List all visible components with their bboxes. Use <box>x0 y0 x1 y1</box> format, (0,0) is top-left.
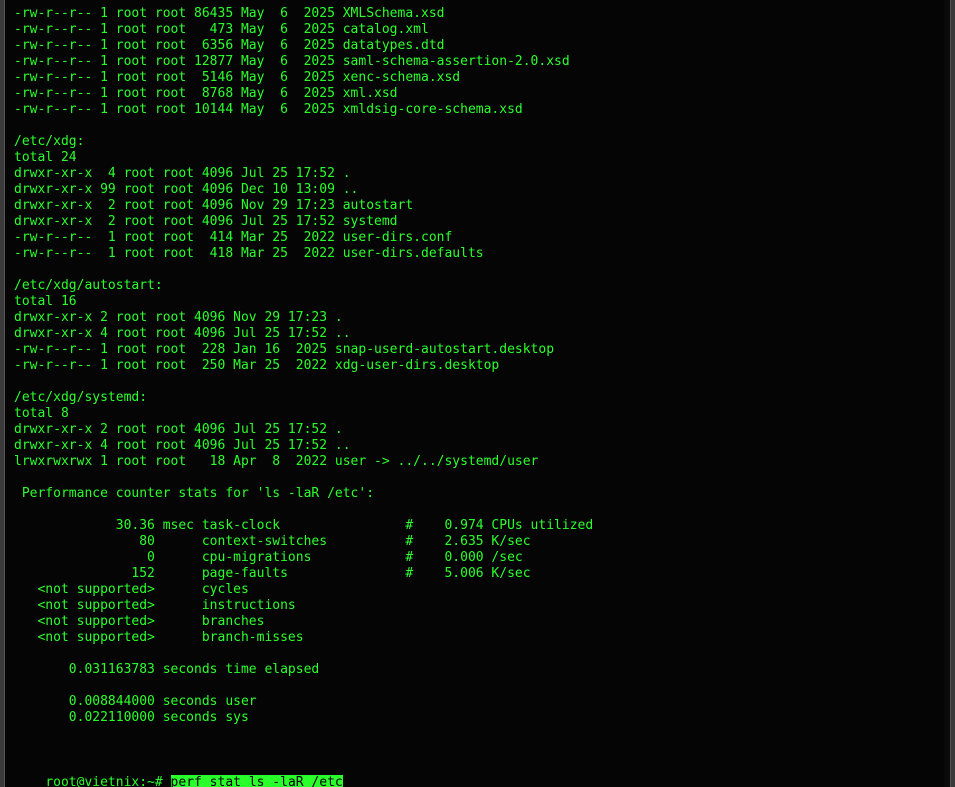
output-line: <not supported> branch-misses <box>14 630 304 645</box>
output-line: -rw-r--r-- 1 root root 12877 May 6 2025 … <box>14 54 570 69</box>
output-line: 152 page-faults # 5.006 K/sec <box>14 566 531 581</box>
output-line: drwxr-xr-x 2 root root 4096 Jul 25 17:52… <box>14 214 398 229</box>
output-line: drwxr-xr-x 2 root root 4096 Jul 25 17:52… <box>14 422 343 437</box>
terminal-output: -rw-r--r-- 1 root root 86435 May 6 2025 … <box>14 6 942 758</box>
output-line: -rw-r--r-- 1 root root 473 May 6 2025 ca… <box>14 22 429 37</box>
output-line: 0.022110000 seconds sys <box>14 710 249 725</box>
shell-prompt: root@vietnix:~# <box>45 775 171 787</box>
terminal-window[interactable]: -rw-r--r-- 1 root root 86435 May 6 2025 … <box>4 0 951 787</box>
output-line: -rw-r--r-- 1 root root 86435 May 6 2025 … <box>14 6 445 21</box>
output-line: drwxr-xr-x 4 root root 4096 Jul 25 17:52… <box>14 166 351 181</box>
output-line: drwxr-xr-x 2 root root 4096 Nov 29 17:23… <box>14 310 343 325</box>
output-line: 0 cpu-migrations # 0.000 /sec <box>14 550 523 565</box>
output-line: lrwxrwxrwx 1 root root 18 Apr 8 2022 use… <box>14 454 539 469</box>
output-line: total 8 <box>14 406 69 421</box>
terminal-scrollbar[interactable] <box>944 0 950 787</box>
command-prompt-line[interactable]: root@vietnix:~# perf stat ls -laR /etc <box>14 759 343 787</box>
selected-command-text[interactable]: perf stat ls -laR /etc <box>170 775 343 787</box>
output-line: total 16 <box>14 294 77 309</box>
output-line: <not supported> instructions <box>14 598 296 613</box>
output-line: drwxr-xr-x 99 root root 4096 Dec 10 13:0… <box>14 182 359 197</box>
output-line: 30.36 msec task-clock # 0.974 CPUs utili… <box>14 518 594 533</box>
output-line: /etc/xdg/systemd: <box>14 390 148 405</box>
output-line: -rw-r--r-- 1 root root 5146 May 6 2025 x… <box>14 70 461 85</box>
output-line: -rw-r--r-- 1 root root 418 Mar 25 2022 u… <box>14 246 484 261</box>
output-line: -rw-r--r-- 1 root root 8768 May 6 2025 x… <box>14 86 398 101</box>
output-line: drwxr-xr-x 2 root root 4096 Nov 29 17:23… <box>14 198 414 213</box>
output-line: 0.008844000 seconds user <box>14 694 257 709</box>
output-line: /etc/xdg/autostart: <box>14 278 163 293</box>
output-line: <not supported> cycles <box>14 582 249 597</box>
output-line: /etc/xdg: <box>14 134 85 149</box>
output-line: -rw-r--r-- 1 root root 10144 May 6 2025 … <box>14 102 523 117</box>
output-line: -rw-r--r-- 1 root root 228 Jan 16 2025 s… <box>14 342 555 357</box>
output-line: -rw-r--r-- 1 root root 6356 May 6 2025 d… <box>14 38 445 53</box>
output-line: Performance counter stats for 'ls -laR /… <box>14 486 375 501</box>
output-line: drwxr-xr-x 4 root root 4096 Jul 25 17:52… <box>14 438 351 453</box>
output-line: 80 context-switches # 2.635 K/sec <box>14 534 531 549</box>
output-line: 0.031163783 seconds time elapsed <box>14 662 320 677</box>
output-line: <not supported> branches <box>14 614 265 629</box>
output-line: -rw-r--r-- 1 root root 250 Mar 25 2022 x… <box>14 358 500 373</box>
output-line: -rw-r--r-- 1 root root 414 Mar 25 2022 u… <box>14 230 453 245</box>
output-line: drwxr-xr-x 4 root root 4096 Jul 25 17:52… <box>14 326 351 341</box>
output-line: total 24 <box>14 150 77 165</box>
